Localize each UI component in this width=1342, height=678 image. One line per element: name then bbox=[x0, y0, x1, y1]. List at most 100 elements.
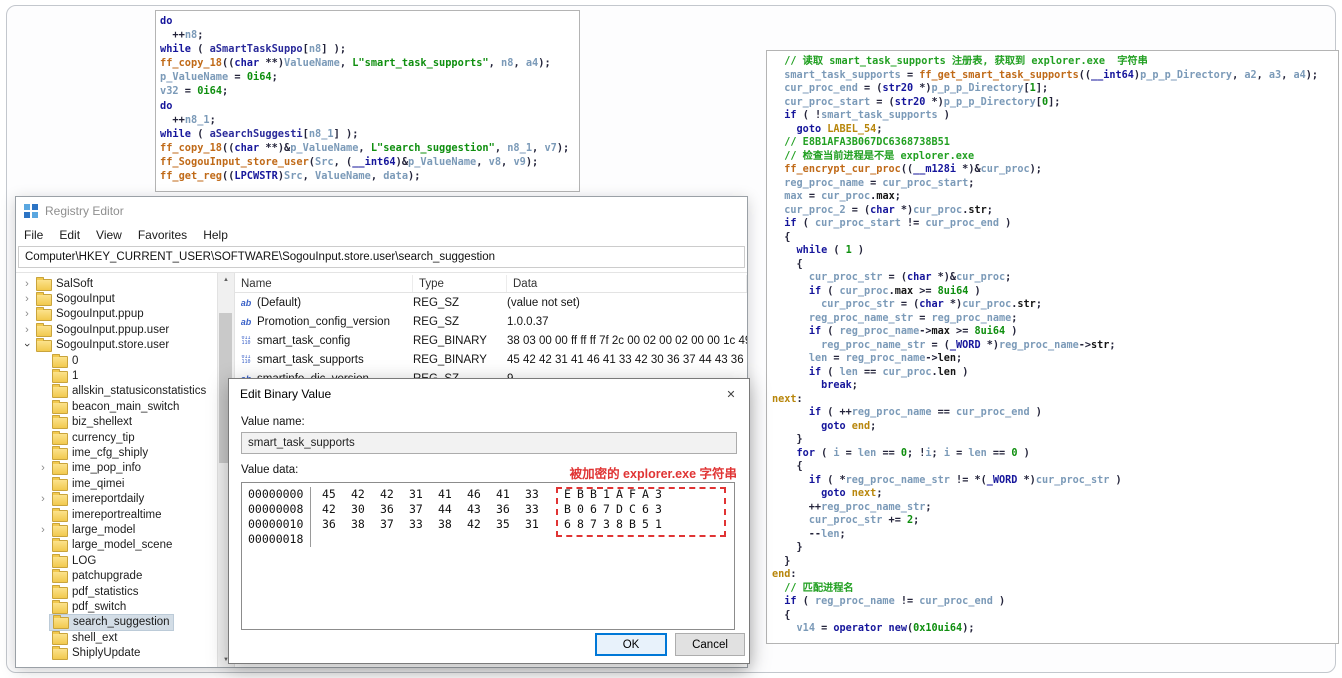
tree-item-SogouInput.store.user[interactable]: › SogouInput.store.user bbox=[16, 338, 217, 353]
window-titlebar[interactable]: Registry Editor bbox=[16, 197, 747, 224]
code-line: cur_proc_2 = (char *)cur_proc.str; bbox=[784, 204, 993, 216]
menu-item-file[interactable]: File bbox=[16, 228, 51, 242]
code-line: if ( cur_proc.max >= 8ui64 ) bbox=[808, 285, 981, 297]
tree-item-biz_shellext[interactable]: biz_shellext bbox=[16, 415, 217, 430]
tree-item-label: LOG bbox=[72, 554, 97, 567]
folder-icon bbox=[52, 569, 68, 584]
menu-item-edit[interactable]: Edit bbox=[51, 228, 88, 242]
menu-item-help[interactable]: Help bbox=[195, 228, 236, 242]
tree-item-body: SogouInput.ppup.user bbox=[33, 322, 172, 337]
value-data: 45 42 42 31 41 46 41 33 42 30 36 37 44 4… bbox=[507, 353, 747, 366]
tree-item-label: ime_pop_info bbox=[72, 462, 142, 475]
tree-item-ShiplyUpdate[interactable]: ShiplyUpdate bbox=[16, 645, 217, 661]
dialog-title: Edit Binary Value bbox=[240, 387, 332, 401]
code-line: cur_proc_str = (char *)&cur_proc; bbox=[808, 272, 1012, 283]
tree-item-pdf_statistics[interactable]: pdf_statistics bbox=[16, 584, 217, 599]
hex-offset: 00000000 bbox=[248, 487, 304, 501]
tree-item-body: large_model_scene bbox=[49, 538, 175, 553]
tree-item-allskin_statusiconstatistics[interactable]: allskin_statusiconstatistics bbox=[16, 384, 217, 399]
folder-icon bbox=[52, 630, 68, 645]
tree-item-body: ime_cfg_shiply bbox=[49, 445, 151, 460]
annotation-text: 被加密的 explorer.exe 字符串 bbox=[569, 467, 737, 481]
registry-value-row[interactable]: ab (Default) REG_SZ (value not set) bbox=[235, 293, 747, 312]
hex-bytes: 45 42 42 31 41 46 41 33 bbox=[322, 487, 539, 501]
tree-item-large_model[interactable]: › large_model bbox=[16, 522, 217, 537]
tree-item-shell_ext[interactable]: shell_ext bbox=[16, 630, 217, 645]
hex-editor[interactable]: 00000000 45 42 42 31 41 46 41 33 E B B 1 A F A 3 00000008… bbox=[241, 482, 735, 630]
dialog-titlebar[interactable]: Edit Binary Value ✕ bbox=[229, 379, 749, 409]
tree-item-SogouInput[interactable]: › SogouInput bbox=[16, 291, 217, 307]
code-line: reg_proc_name_str = reg_proc_name; bbox=[808, 312, 1018, 324]
cancel-button[interactable]: Cancel bbox=[675, 633, 745, 656]
tree-item-label: ime_cfg_shiply bbox=[72, 446, 149, 459]
chevron-right-icon[interactable]: › bbox=[21, 308, 33, 320]
chevron-down-icon[interactable]: › bbox=[21, 339, 33, 351]
chevron-right-icon[interactable]: › bbox=[21, 324, 33, 336]
tree-item-ime_pop_info[interactable]: › ime_pop_info bbox=[16, 461, 217, 476]
code-line: ++n8_1; bbox=[160, 113, 216, 126]
chevron-right-icon[interactable]: › bbox=[21, 293, 33, 305]
code-line: if ( cur_proc_start != cur_proc_end ) bbox=[784, 218, 1012, 229]
address-input[interactable]: Computer\HKEY_CURRENT_USER\SOFTWARE\Sogo… bbox=[18, 246, 745, 268]
value-name: (Default) bbox=[257, 296, 302, 309]
tree-item-SogouInput.ppup.user[interactable]: › SogouInput.ppup.user bbox=[16, 322, 217, 337]
code-line: } bbox=[772, 434, 803, 445]
code-line: ff_get_reg((LPCWSTR)Src, ValueName, data… bbox=[160, 170, 421, 183]
tree-item-0[interactable]: 0 bbox=[16, 353, 217, 368]
menu-item-favorites[interactable]: Favorites bbox=[130, 228, 195, 242]
tree-item-ime_qimei[interactable]: ime_qimei bbox=[16, 476, 217, 491]
tree-item-label: currency_tip bbox=[72, 431, 135, 444]
tree-item-label: SalSoft bbox=[56, 277, 94, 290]
code-line: while ( aSmartTaskSuppo[n8] ); bbox=[160, 43, 347, 56]
tree-item-body: SogouInput.ppup bbox=[33, 307, 147, 322]
chevron-right-icon[interactable]: › bbox=[21, 278, 33, 290]
tree-item-LOG[interactable]: LOG bbox=[16, 553, 217, 568]
code-line: reg_proc_name_str = (_WORD *)reg_proc_na… bbox=[821, 339, 1116, 351]
tree-item-beacon_main_switch[interactable]: beacon_main_switch bbox=[16, 399, 217, 414]
tree-item-pdf_switch[interactable]: pdf_switch bbox=[16, 599, 217, 614]
column-header-data[interactable]: Data bbox=[507, 275, 747, 292]
tree-item-body: ShiplyUpdate bbox=[49, 646, 143, 661]
list-body: ab (Default) REG_SZ (value not set) ab Promot… bbox=[235, 293, 747, 388]
value-name-field[interactable]: smart_task_supports bbox=[241, 432, 737, 454]
tree-item-patchupgrade[interactable]: patchupgrade bbox=[16, 568, 217, 584]
window-title: Registry Editor bbox=[45, 203, 124, 218]
tree-item-large_model_scene[interactable]: large_model_scene bbox=[16, 538, 217, 553]
code-line: // E8B1AFA3B067DC6368738B51 bbox=[784, 137, 950, 148]
menu-bar: File Edit View Favorites Help bbox=[16, 224, 747, 245]
registry-value-row[interactable]: 011 110 smart_task_supports REG_BINARY 45 4… bbox=[235, 350, 747, 369]
chevron-right-icon[interactable]: › bbox=[37, 493, 49, 505]
tree-item-body: ime_pop_info bbox=[49, 461, 144, 476]
tree-item-SalSoft[interactable]: › SalSoft bbox=[16, 276, 217, 291]
menu-item-view[interactable]: View bbox=[88, 228, 130, 242]
column-header-type[interactable]: Type bbox=[413, 275, 507, 292]
tree-item-imereportrealtime[interactable]: imereportrealtime bbox=[16, 507, 217, 522]
tree-item-1[interactable]: 1 bbox=[16, 368, 217, 384]
tree-item-currency_tip[interactable]: currency_tip bbox=[16, 430, 217, 445]
tree-item-search_suggestion[interactable]: search_suggestion bbox=[16, 613, 217, 631]
registry-value-row[interactable]: ab Promotion_config_version REG_SZ 1.0.0.37 bbox=[235, 312, 747, 331]
tree-item-label: imereportrealtime bbox=[72, 508, 162, 521]
tree-item-ime_cfg_shiply[interactable]: ime_cfg_shiply bbox=[16, 445, 217, 460]
tree-item-body: SalSoft bbox=[33, 276, 96, 291]
column-header-name[interactable]: Name bbox=[235, 275, 413, 292]
tree-item-imereportdaily[interactable]: › imereportdaily bbox=[16, 491, 217, 507]
code-line: ff_copy_18((char **)ValueName, L"smart_t… bbox=[160, 57, 551, 70]
code-line: cur_proc_str = (char *)cur_proc.str; bbox=[821, 299, 1042, 310]
code-line: ff_copy_18((char **)&p_ValueName, L"sear… bbox=[160, 141, 570, 154]
chevron-right-icon[interactable]: › bbox=[37, 462, 49, 474]
folder-icon bbox=[52, 353, 68, 368]
chevron-right-icon[interactable]: › bbox=[37, 524, 49, 536]
tree-item-label: large_model bbox=[72, 523, 136, 536]
tree-item-SogouInput.ppup[interactable]: › SogouInput.ppup bbox=[16, 307, 217, 322]
code-line: } bbox=[772, 555, 791, 567]
tree-item-body: pdf_switch bbox=[49, 599, 129, 614]
scroll-up-icon[interactable]: ▲ bbox=[218, 273, 234, 287]
code-line: if ( reg_proc_name != cur_proc_end ) bbox=[784, 596, 1006, 607]
tree-item-body: SogouInput bbox=[33, 292, 118, 307]
code-line: p_ValueName = 0i64; bbox=[160, 71, 278, 84]
ok-button[interactable]: OK bbox=[595, 633, 667, 656]
close-icon[interactable]: ✕ bbox=[713, 380, 749, 409]
registry-tree: › SalSoft › SogouInput › SogouInput.ppup › Sogo… bbox=[16, 273, 217, 667]
registry-value-row[interactable]: 011 110 smart_task_config REG_BINARY 38 03 … bbox=[235, 331, 747, 350]
